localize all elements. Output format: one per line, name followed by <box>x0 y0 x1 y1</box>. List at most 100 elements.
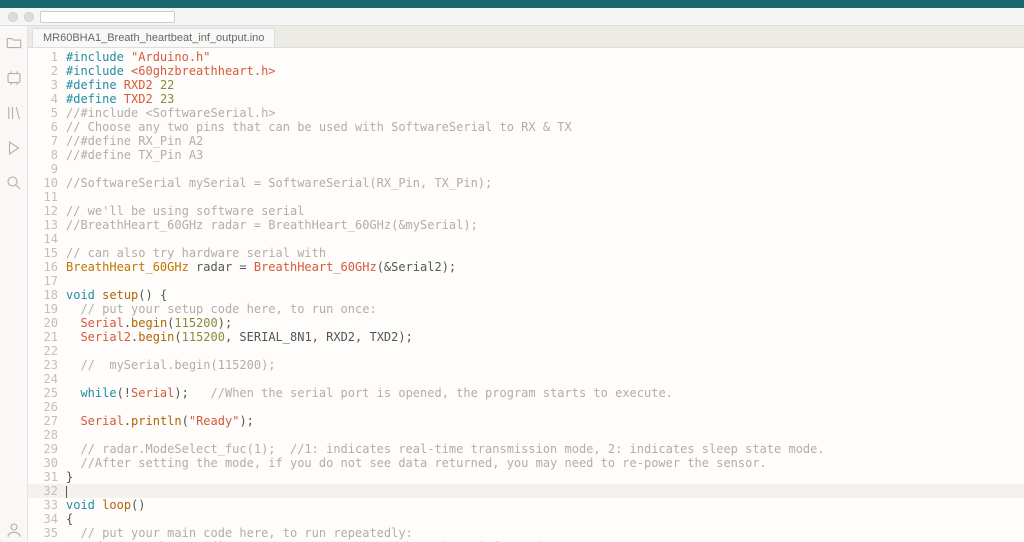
code-line[interactable]: 1#include "Arduino.h" <box>28 50 1024 64</box>
line-number: 25 <box>28 386 66 400</box>
code-text: //#include <SoftwareSerial.h> <box>66 106 1024 120</box>
code-line[interactable]: 25 while(!Serial); //When the serial por… <box>28 386 1024 400</box>
code-line[interactable]: 16BreathHeart_60GHz radar = BreathHeart_… <box>28 260 1024 274</box>
line-number: 14 <box>28 232 66 246</box>
code-line[interactable]: 13//BreathHeart_60GHz radar = BreathHear… <box>28 218 1024 232</box>
debug-icon[interactable] <box>5 139 23 160</box>
code-line[interactable]: 33void loop() <box>28 498 1024 512</box>
line-number: 23 <box>28 358 66 372</box>
line-number: 33 <box>28 498 66 512</box>
line-number: 30 <box>28 456 66 470</box>
code-line[interactable]: 19 // put your setup code here, to run o… <box>28 302 1024 316</box>
line-number: 2 <box>28 64 66 78</box>
code-line[interactable]: 9 <box>28 162 1024 176</box>
code-line[interactable]: 18void setup() { <box>28 288 1024 302</box>
code-text: // radar.ModeSelect_fuc(1); //1: indicat… <box>66 442 1024 456</box>
board-icon[interactable] <box>5 69 23 90</box>
code-line[interactable]: 34{ <box>28 512 1024 526</box>
line-number: 32 <box>28 484 66 498</box>
line-number: 7 <box>28 134 66 148</box>
app-root: MR60BHA1_Breath_heartbeat_inf_output.ino… <box>0 0 1024 542</box>
code-text: #include "Arduino.h" <box>66 50 1024 64</box>
code-text: // can also try hardware serial with <box>66 246 1024 260</box>
code-line[interactable]: 8//#define TX_Pin A3 <box>28 148 1024 162</box>
line-number: 24 <box>28 372 66 386</box>
library-icon[interactable] <box>5 104 23 125</box>
line-number: 19 <box>28 302 66 316</box>
code-line[interactable]: 30 //After setting the mode, if you do n… <box>28 456 1024 470</box>
code-line[interactable]: 20 Serial.begin(115200); <box>28 316 1024 330</box>
code-text <box>66 428 1024 442</box>
line-number: 31 <box>28 470 66 484</box>
code-line[interactable]: 26 <box>28 400 1024 414</box>
code-line[interactable]: 17 <box>28 274 1024 288</box>
account-icon[interactable] <box>5 521 23 542</box>
code-text: { <box>66 512 1024 526</box>
code-text: Serial.begin(115200); <box>66 316 1024 330</box>
code-line[interactable]: 12// we'll be using software serial <box>28 204 1024 218</box>
code-line[interactable]: 28 <box>28 428 1024 442</box>
code-text <box>66 190 1024 204</box>
code-text: void setup() { <box>66 288 1024 302</box>
code-line[interactable]: 22 <box>28 344 1024 358</box>
code-text: //BreathHeart_60GHz radar = BreathHeart_… <box>66 218 1024 232</box>
code-line[interactable]: 2#include <60ghzbreathheart.h> <box>28 64 1024 78</box>
line-number: 9 <box>28 162 66 176</box>
line-number: 18 <box>28 288 66 302</box>
code-text: Serial.println("Ready"); <box>66 414 1024 428</box>
code-line[interactable]: 23 // mySerial.begin(115200); <box>28 358 1024 372</box>
code-line[interactable]: 4#define TXD2 23 <box>28 92 1024 106</box>
code-line[interactable]: 11 <box>28 190 1024 204</box>
code-line[interactable]: 24 <box>28 372 1024 386</box>
code-line[interactable]: 21 Serial2.begin(115200, SERIAL_8N1, RXD… <box>28 330 1024 344</box>
search-icon[interactable] <box>5 174 23 195</box>
code-text <box>66 484 1024 498</box>
code-text <box>66 344 1024 358</box>
line-number: 35 <box>28 526 66 540</box>
code-text <box>66 372 1024 386</box>
folder-icon[interactable] <box>5 34 23 55</box>
toolbar-button-verify[interactable] <box>8 12 18 22</box>
code-line[interactable]: 10//SoftwareSerial mySerial = SoftwareSe… <box>28 176 1024 190</box>
line-number: 5 <box>28 106 66 120</box>
code-text: //#define TX_Pin A3 <box>66 148 1024 162</box>
code-line[interactable]: 3#define RXD2 22 <box>28 78 1024 92</box>
line-number: 15 <box>28 246 66 260</box>
code-area[interactable]: 1#include "Arduino.h"2#include <60ghzbre… <box>28 48 1024 542</box>
line-number: 20 <box>28 316 66 330</box>
code-text: // we'll be using software serial <box>66 204 1024 218</box>
code-text: BreathHeart_60GHz radar = BreathHeart_60… <box>66 260 1024 274</box>
code-text: #define TXD2 23 <box>66 92 1024 106</box>
toolbar-button-upload[interactable] <box>24 12 34 22</box>
code-text: //#define RX_Pin A2 <box>66 134 1024 148</box>
sidebar <box>0 26 28 542</box>
code-line[interactable]: 35 // put your main code here, to run re… <box>28 526 1024 540</box>
code-line[interactable]: 29 // radar.ModeSelect_fuc(1); //1: indi… <box>28 442 1024 456</box>
line-number: 27 <box>28 414 66 428</box>
line-number: 8 <box>28 148 66 162</box>
code-text: while(!Serial); //When the serial port i… <box>66 386 1024 400</box>
line-number: 3 <box>28 78 66 92</box>
code-text: #include <60ghzbreathheart.h> <box>66 64 1024 78</box>
main-area: MR60BHA1_Breath_heartbeat_inf_output.ino… <box>0 26 1024 542</box>
code-text: void loop() <box>66 498 1024 512</box>
code-line[interactable]: 31} <box>28 470 1024 484</box>
line-number: 16 <box>28 260 66 274</box>
code-line[interactable]: 6// Choose any two pins that can be used… <box>28 120 1024 134</box>
code-line[interactable]: 32 <box>28 484 1024 498</box>
code-line[interactable]: 7//#define RX_Pin A2 <box>28 134 1024 148</box>
line-number: 12 <box>28 204 66 218</box>
toolbar-board-selector[interactable] <box>40 11 175 23</box>
code-text: // mySerial.begin(115200); <box>66 358 1024 372</box>
code-line[interactable]: 14 <box>28 232 1024 246</box>
code-line[interactable]: 5//#include <SoftwareSerial.h> <box>28 106 1024 120</box>
code-text: #define RXD2 22 <box>66 78 1024 92</box>
toolbar <box>0 8 1024 26</box>
line-number: 13 <box>28 218 66 232</box>
window-topbar <box>0 0 1024 8</box>
code-line[interactable]: 27 Serial.println("Ready"); <box>28 414 1024 428</box>
code-line[interactable]: 15// can also try hardware serial with <box>28 246 1024 260</box>
editor: MR60BHA1_Breath_heartbeat_inf_output.ino… <box>28 26 1024 542</box>
line-number: 11 <box>28 190 66 204</box>
tab-file[interactable]: MR60BHA1_Breath_heartbeat_inf_output.ino <box>32 28 275 47</box>
